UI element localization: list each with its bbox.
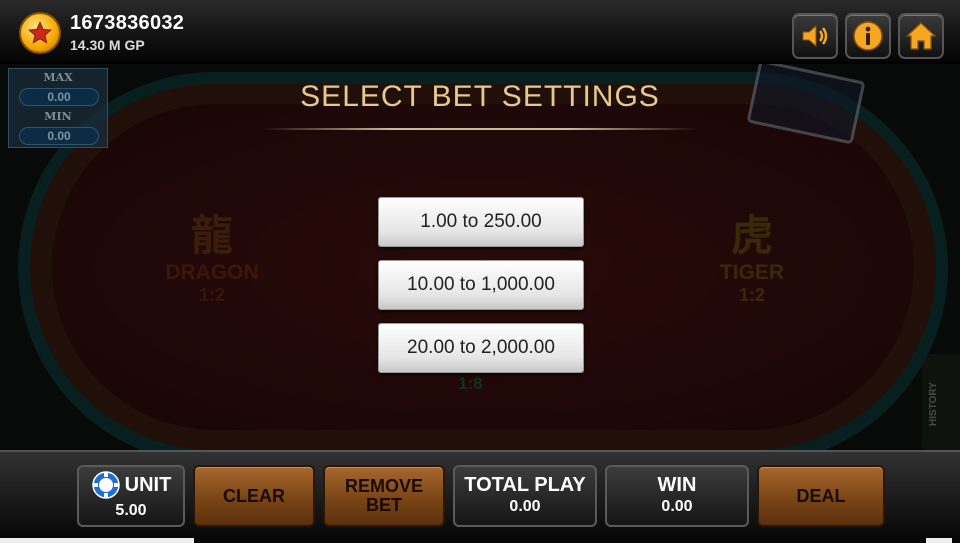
coin-star-icon <box>19 12 61 54</box>
unit-label: UNIT <box>124 474 172 496</box>
unit-value: 5.00 <box>115 502 147 519</box>
total-play-display: TOTAL PLAY 0.00 <box>453 465 597 527</box>
bet-range-option-3[interactable]: 20.00 to 2,000.00 <box>378 323 584 373</box>
modal-title: SELECT BET SETTINGS <box>300 80 660 113</box>
unit-button[interactable]: UNIT 5.00 <box>77 465 185 527</box>
bottom-bar: UNIT 5.00 CLEAR REMOVE BET TOTAL PLAY 0.… <box>0 450 960 543</box>
chip-icon <box>91 471 120 499</box>
clear-label: CLEAR <box>223 485 285 506</box>
win-display: WIN 0.00 <box>605 465 749 527</box>
win-label: WIN <box>657 474 697 496</box>
top-bar: 1673836032 14.30 M GP <box>0 0 960 64</box>
remove-bet-button[interactable]: REMOVE BET <box>323 465 445 527</box>
account-id: 1673836032 <box>70 12 185 34</box>
game-table: 龍 DRAGON 1:2 虎 TIGER 1:2 1:8 HISTORY MAX… <box>0 64 960 450</box>
remove-label-line2: BET <box>366 495 402 515</box>
total-play-label: TOTAL PLAY <box>464 474 586 496</box>
account-balance: 14.30 M GP <box>70 37 145 53</box>
title-divider <box>262 128 698 130</box>
modal-overlay <box>0 64 960 450</box>
bet-range-option-2[interactable]: 10.00 to 1,000.00 <box>378 260 584 310</box>
min-value: 0.00 <box>19 127 99 145</box>
clear-button[interactable]: CLEAR <box>193 465 315 527</box>
total-play-value: 0.00 <box>509 498 541 515</box>
win-value: 0.00 <box>661 498 693 515</box>
home-button[interactable] <box>898 13 944 59</box>
deal-label: DEAL <box>796 485 846 506</box>
bet-range-option-1[interactable]: 1.00 to 250.00 <box>378 197 584 247</box>
sound-icon <box>802 24 828 48</box>
info-button[interactable] <box>845 13 891 59</box>
remove-label-line1: REMOVE <box>344 476 423 496</box>
sound-button[interactable] <box>792 13 838 59</box>
info-icon <box>853 21 883 51</box>
home-icon <box>905 22 937 50</box>
deal-button[interactable]: DEAL <box>757 465 885 527</box>
